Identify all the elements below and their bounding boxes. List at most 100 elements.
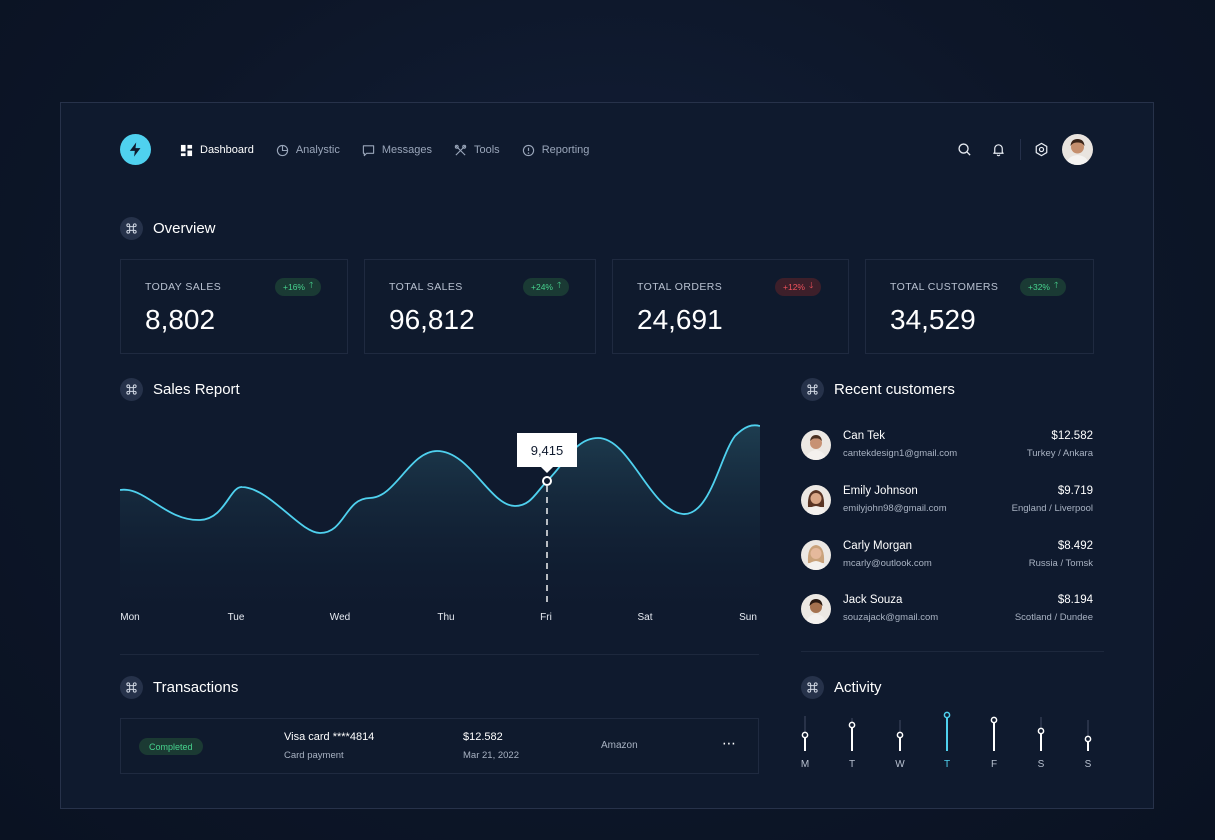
customer-location: Turkey / Ankara — [1026, 448, 1093, 459]
card-value: 34,529 — [890, 304, 976, 335]
nav-item-dashboard[interactable]: Dashboard — [180, 141, 254, 159]
chart-x-label: Wed — [329, 612, 351, 623]
header-separator — [1020, 139, 1021, 160]
overview-section-title: Overview — [120, 217, 216, 240]
stat-card-total-customers: TOTAL CUSTOMERS +32% 🡑 34,529 — [865, 259, 1094, 354]
grid-icon — [180, 144, 193, 156]
change-badge: +16% 🡑 — [275, 278, 322, 296]
customer-email: emilyjohn98@gmail.com — [843, 503, 947, 514]
change-value: +32% — [1028, 282, 1050, 292]
activity-chart — [801, 711, 1092, 751]
nav-label: Messages — [381, 144, 432, 156]
change-badge: +32% 🡑 — [1020, 278, 1067, 296]
tools-icon — [454, 144, 467, 156]
chart-x-label: Thu — [437, 612, 455, 623]
customer-location: Russia / Tomsk — [1028, 558, 1093, 569]
stat-card-total-sales: TOTAL SALES +24% 🡑 96,812 — [364, 259, 596, 354]
activity-bar-f[interactable] — [990, 716, 998, 751]
command-icon — [120, 378, 143, 401]
chart-x-label: Sat — [637, 612, 653, 623]
change-badge: +12% 🡓 — [775, 278, 822, 296]
settings-icon[interactable] — [1034, 142, 1049, 157]
divider — [801, 651, 1104, 652]
nav-item-messages[interactable]: Messages — [362, 141, 432, 159]
more-options-icon[interactable]: ⋯ — [722, 735, 737, 752]
chart-area — [120, 425, 760, 626]
customer-amount: $12.582 — [1051, 430, 1093, 442]
command-icon — [801, 676, 824, 699]
search-icon[interactable] — [957, 142, 972, 157]
customer-name: Carly Morgan — [843, 540, 913, 552]
alert-circle-icon — [522, 144, 534, 156]
arrow-up-icon: 🡑 — [556, 280, 562, 290]
nav-item-tools[interactable]: Tools — [454, 141, 500, 159]
activity-day-label: S — [1037, 759, 1045, 770]
nav-item-analystic[interactable]: Analystic — [276, 141, 340, 159]
tooltip-value: 9,415 — [531, 443, 564, 458]
activity-bar-t-active[interactable] — [943, 711, 951, 751]
change-badge: +24% 🡑 — [523, 278, 570, 296]
customer-amount: $8.194 — [1057, 594, 1093, 606]
lightning-logo-icon[interactable] — [120, 134, 151, 165]
card-value: 96,812 — [389, 304, 475, 335]
customer-name: Jack Souza — [843, 594, 903, 606]
message-icon — [362, 144, 375, 156]
change-value: +12% — [783, 282, 805, 292]
activity-bar-w[interactable] — [896, 720, 904, 751]
customer-avatar — [801, 540, 831, 570]
card-label: TOTAL SALES — [389, 281, 463, 293]
recent-customers-section-title: Recent customers — [801, 378, 955, 401]
activity-day-label: F — [990, 759, 998, 770]
nav-item-reporting[interactable]: Reporting — [522, 141, 590, 159]
chart-x-label: Mon — [120, 612, 140, 623]
transaction-date: Mar 21, 2022 — [463, 750, 519, 761]
card-value: 8,802 — [145, 304, 216, 335]
customer-location: Scotland / Dundee — [1014, 612, 1093, 623]
activity-bar-t[interactable] — [848, 718, 856, 751]
divider — [120, 654, 759, 655]
change-value: +24% — [531, 282, 553, 292]
customer-row[interactable]: Can Tek cantekdesign1@gmail.com $12.582 … — [801, 430, 1093, 462]
customer-amount: $9.719 — [1057, 485, 1093, 497]
nav-label: Reporting — [541, 144, 590, 156]
main-nav: Dashboard Analystic Messages Tools Repor… — [180, 141, 589, 159]
customer-row[interactable]: Emily Johnson emilyjohn98@gmail.com $9.7… — [801, 485, 1093, 517]
section-title-text: Recent customers — [834, 381, 955, 398]
activity-day-label: T — [848, 759, 856, 770]
customer-row[interactable]: Carly Morgan mcarly@outlook.com $8.492 R… — [801, 540, 1093, 572]
section-title-text: Transactions — [153, 679, 239, 696]
sales-report-chart[interactable]: 9,415 — [120, 416, 760, 626]
bell-icon[interactable] — [991, 142, 1006, 157]
customer-name: Emily Johnson — [843, 485, 918, 497]
activity-bar-m[interactable] — [801, 716, 809, 751]
stat-card-total-orders: TOTAL ORDERS +12% 🡓 24,691 — [612, 259, 849, 354]
activity-bar-s2[interactable] — [1084, 720, 1092, 751]
arrow-up-icon: 🡑 — [308, 280, 314, 290]
transactions-section-title: Transactions — [120, 676, 238, 699]
customer-location: England / Liverpool — [1011, 503, 1093, 514]
activity-day-label: W — [895, 759, 905, 770]
card-value: 24,691 — [637, 304, 723, 335]
transaction-amount: $12.582 — [463, 731, 503, 743]
change-value: +16% — [283, 282, 305, 292]
activity-day-label: M — [800, 759, 810, 770]
chart-point-marker[interactable] — [542, 476, 552, 486]
tooltip-arrow — [541, 467, 553, 473]
arrow-up-icon: 🡑 — [1053, 280, 1059, 290]
customer-email: souzajack@gmail.com — [843, 612, 939, 623]
customer-email: cantekdesign1@gmail.com — [843, 448, 958, 459]
customer-row[interactable]: Jack Souza souzajack@gmail.com $8.194 Sc… — [801, 594, 1093, 626]
user-avatar[interactable] — [1062, 134, 1093, 165]
section-title-text: Sales Report — [153, 381, 240, 398]
customer-avatar — [801, 485, 831, 515]
customer-amount: $8.492 — [1057, 540, 1093, 552]
command-icon — [120, 217, 143, 240]
command-icon — [801, 378, 824, 401]
stat-card-today-sales: TODAY SALES +16% 🡑 8,802 — [120, 259, 348, 354]
sales-report-section-title: Sales Report — [120, 378, 240, 401]
status-badge: Completed — [139, 738, 203, 755]
transaction-row[interactable]: Completed Visa card ****4814 Card paymen… — [120, 718, 759, 774]
chart-x-label: Tue — [227, 612, 245, 623]
activity-bar-s[interactable] — [1037, 717, 1045, 751]
command-icon — [120, 676, 143, 699]
